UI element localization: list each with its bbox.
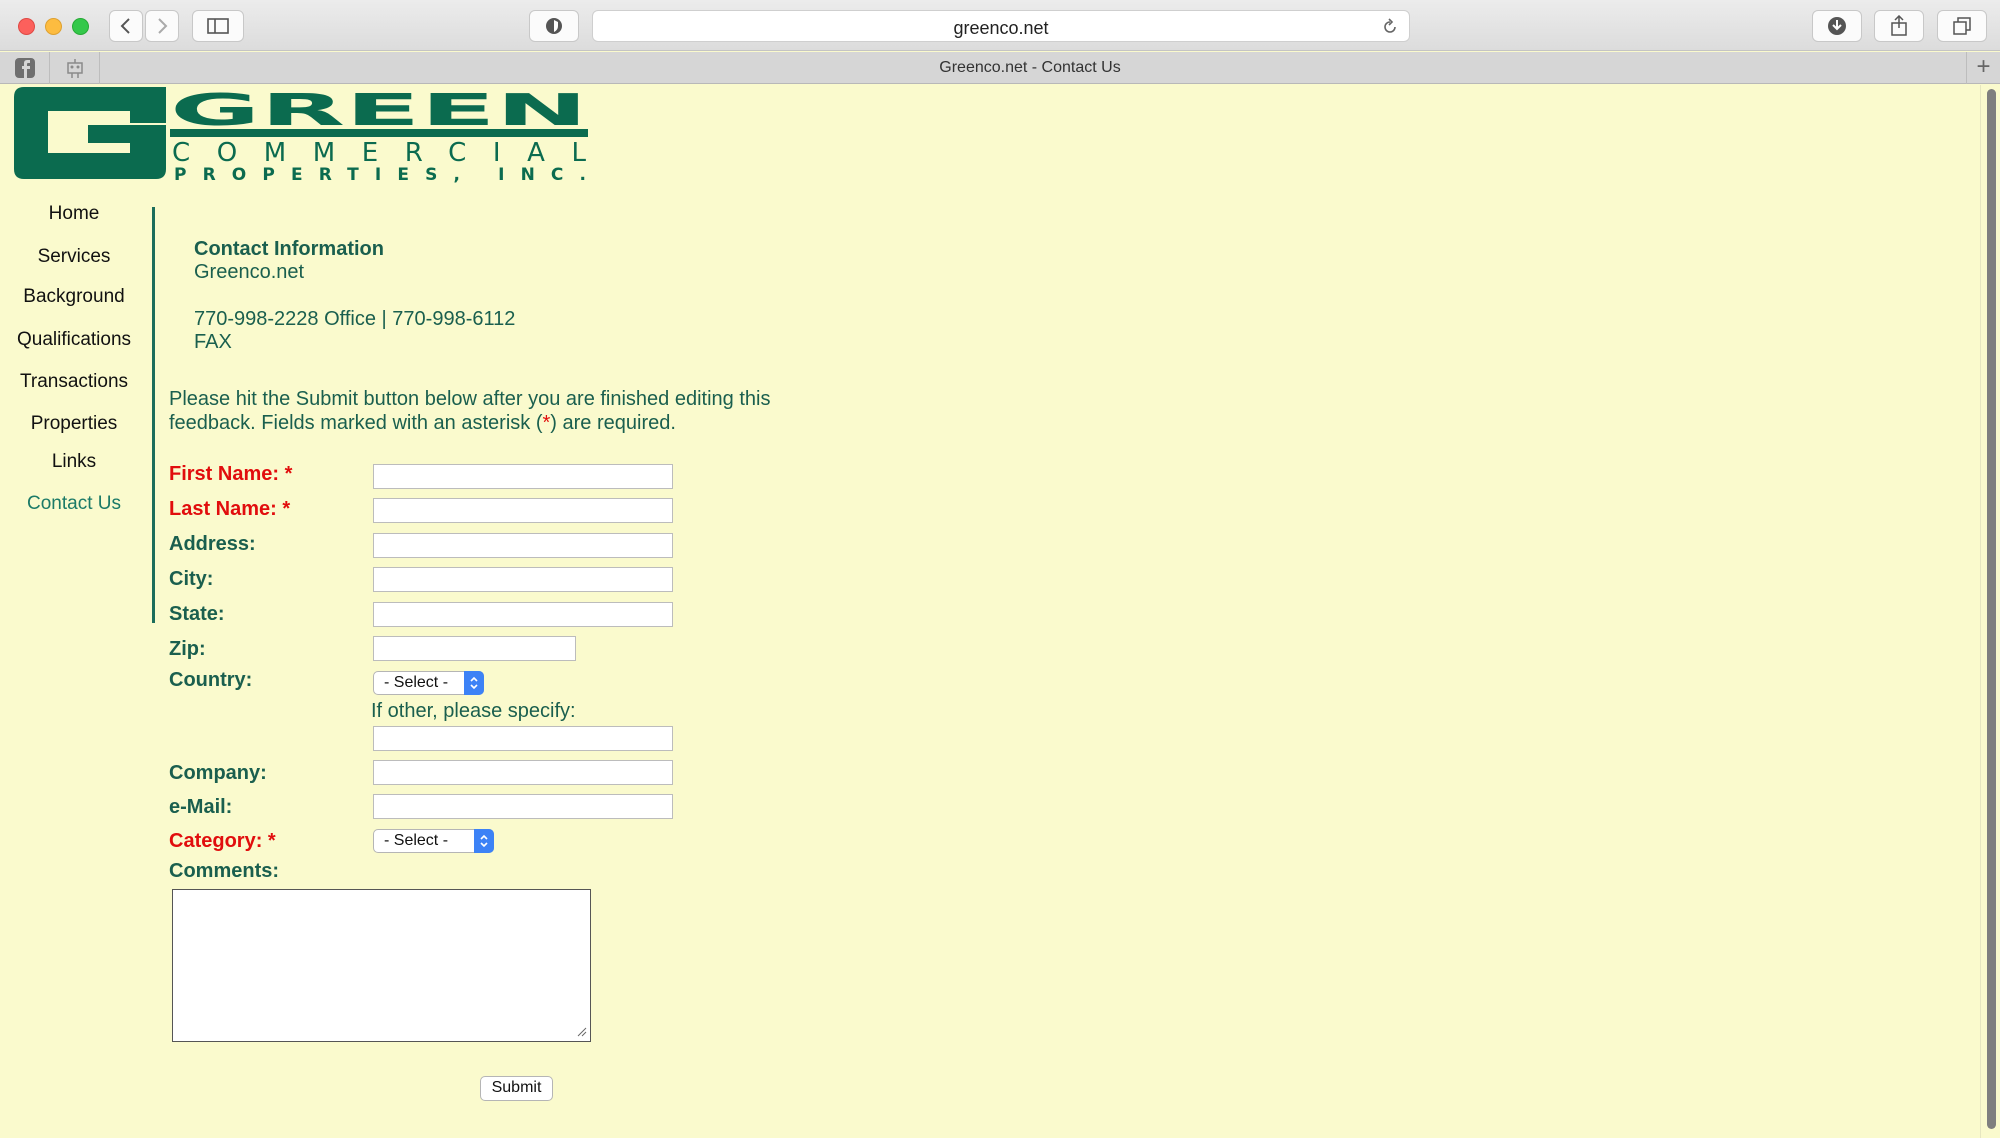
chevron-right-icon	[158, 18, 168, 34]
contact-site: Greenco.net	[194, 261, 305, 283]
email-label: e-Mail:	[169, 796, 233, 818]
page-scrollbar[interactable]	[1980, 85, 2000, 1138]
contact-phone: 770-998-2228 Office | 770-998-6112	[194, 308, 516, 330]
nav-qualifications[interactable]: Qualifications	[0, 329, 148, 351]
facebook-icon	[14, 58, 35, 78]
back-button[interactable]	[109, 10, 143, 42]
category-select-value: - Select -	[384, 832, 449, 849]
window-minimize-button[interactable]	[45, 18, 62, 35]
new-tab-button[interactable]: +	[1966, 52, 2000, 84]
email-field[interactable]	[373, 794, 673, 819]
city-field[interactable]	[373, 567, 673, 592]
contact-heading: Contact Information	[194, 238, 384, 260]
nav-home[interactable]: Home	[0, 203, 148, 225]
resize-grip-icon[interactable]	[577, 1027, 587, 1037]
active-tab-title[interactable]: Greenco.net - Contact Us	[100, 59, 1960, 77]
comments-label: Comments:	[169, 860, 280, 882]
pinned-tab-site[interactable]	[50, 52, 100, 84]
address-bar[interactable]: greenco.net	[592, 10, 1410, 42]
sidebar-toggle-button[interactable]	[192, 10, 244, 42]
form-instructions: Please hit the Submit button below after…	[169, 387, 819, 435]
state-field[interactable]	[373, 602, 673, 627]
privacy-report-button[interactable]	[529, 10, 579, 42]
company-label: Company:	[169, 762, 267, 784]
logo-line-commercial: COMMERCIAL	[172, 138, 587, 168]
first-name-label: First Name: *	[169, 463, 293, 485]
last-name-label: Last Name: *	[169, 498, 291, 520]
other-country-label: If other, please specify:	[371, 700, 576, 722]
nav-contact-us[interactable]: Contact Us	[0, 493, 148, 515]
web-page: GREEN COMMERCIAL PROPERTIES, INC. Home S…	[0, 85, 1978, 1138]
select-arrows-icon	[464, 671, 484, 695]
intro-text-end: ) are required.	[550, 412, 676, 434]
comments-textarea[interactable]	[172, 889, 591, 1042]
contact-fax: FAX	[194, 331, 232, 353]
forward-button[interactable]	[145, 10, 179, 42]
download-icon	[1828, 17, 1846, 35]
submit-button[interactable]: Submit	[480, 1076, 553, 1101]
state-label: State:	[169, 603, 225, 625]
tab-overview-button[interactable]	[1937, 10, 1987, 42]
share-icon	[1891, 15, 1907, 36]
address-label: Address:	[169, 533, 256, 555]
select-arrows-icon	[474, 829, 494, 853]
logo-line-green: GREEN	[170, 87, 588, 136]
nav-links[interactable]: Links	[0, 451, 148, 473]
share-button[interactable]	[1874, 10, 1924, 42]
pinned-tab-facebook[interactable]	[0, 52, 50, 84]
last-name-field[interactable]	[373, 498, 673, 523]
category-label: Category: *	[169, 830, 276, 852]
country-label: Country:	[169, 669, 253, 691]
nav-transactions[interactable]: Transactions	[0, 371, 148, 393]
nav-properties[interactable]: Properties	[0, 413, 148, 435]
downloads-button[interactable]	[1812, 10, 1862, 42]
shield-icon	[546, 18, 562, 34]
nav-divider	[152, 207, 155, 623]
intro-text-start: Please hit the Submit button below after…	[169, 388, 771, 434]
browser-toolbar: greenco.net	[0, 0, 2000, 51]
other-country-field[interactable]	[373, 726, 673, 751]
chevron-left-icon	[120, 18, 130, 34]
contact-information: Contact Information Greenco.net 770-998-…	[194, 238, 515, 354]
green-commercial-logo: GREEN COMMERCIAL PROPERTIES, INC.	[14, 87, 588, 185]
country-select[interactable]: - Select -	[373, 671, 484, 695]
city-label: City:	[169, 568, 214, 590]
tab-bar: Greenco.net - Contact Us +	[0, 52, 2000, 84]
first-name-field[interactable]	[373, 464, 673, 489]
window-zoom-button[interactable]	[72, 18, 89, 35]
address-bar-text: greenco.net	[953, 18, 1049, 38]
address-field[interactable]	[373, 533, 673, 558]
zip-field[interactable]	[373, 636, 576, 661]
robot-icon	[66, 59, 83, 78]
reload-icon[interactable]	[1381, 18, 1399, 36]
scrollbar-thumb[interactable]	[1987, 89, 1996, 1129]
logo-line-properties: PROPERTIES, INC.	[174, 165, 586, 185]
window-close-button[interactable]	[18, 18, 35, 35]
sidebar-icon	[207, 18, 229, 34]
tabs-icon	[1953, 17, 1971, 35]
company-field[interactable]	[373, 760, 673, 785]
country-select-value: - Select -	[384, 674, 449, 691]
nav-services[interactable]: Services	[0, 246, 148, 268]
zip-label: Zip:	[169, 638, 206, 660]
nav-background[interactable]: Background	[0, 286, 148, 308]
category-select[interactable]: - Select -	[373, 829, 494, 853]
